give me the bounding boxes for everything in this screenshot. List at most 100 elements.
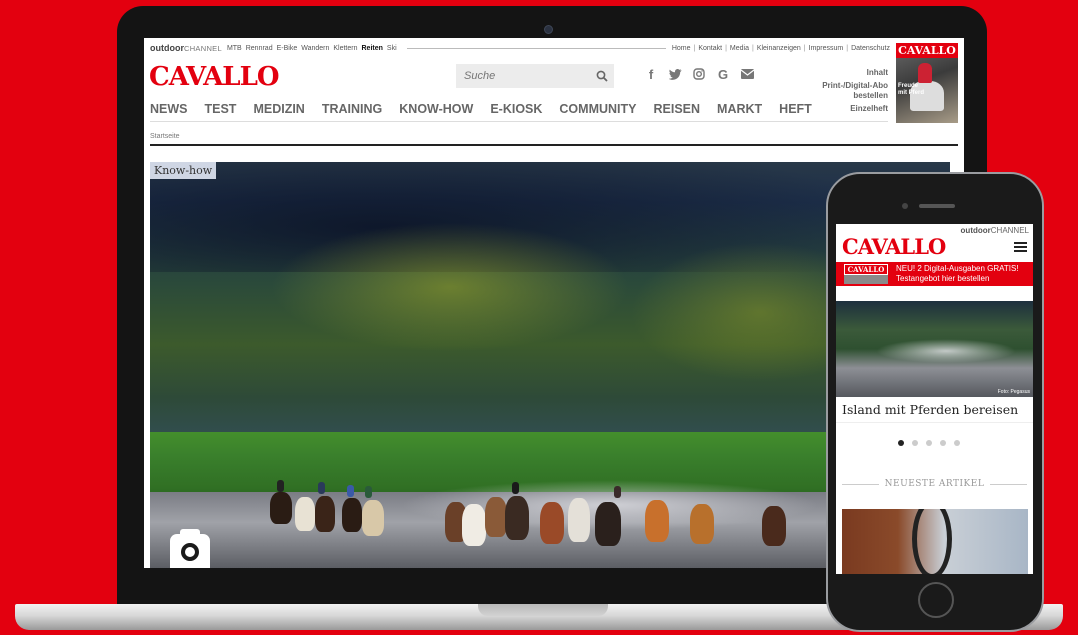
nav-item-training[interactable]: TRAINING [322, 102, 382, 116]
mobile-brand-bold: outdoor [960, 226, 991, 235]
phone-speaker [919, 204, 955, 208]
util-link-home[interactable]: Home [672, 45, 691, 52]
horse [362, 500, 384, 536]
horse [540, 502, 564, 544]
rider [277, 480, 284, 492]
carousel-dot[interactable] [898, 440, 904, 446]
title-divider [836, 422, 1033, 423]
util-link-kontakt[interactable]: Kontakt [698, 45, 722, 52]
phone-frame: outdoorCHANNEL CAVALLO CAVALLO NEU! 2 Di… [826, 172, 1044, 632]
promo-text: NEU! 2 Digital-Ausgaben GRATIS! Testange… [896, 264, 1019, 284]
promo-line-1: NEU! 2 Digital-Ausgaben GRATIS! [896, 264, 1019, 273]
twitter-icon[interactable] [668, 67, 682, 81]
email-icon[interactable] [740, 67, 754, 81]
carousel-dot[interactable] [940, 440, 946, 446]
facebook-icon[interactable]: f [644, 67, 658, 82]
util-link-impressum[interactable]: Impressum [809, 45, 844, 52]
promo-magazine-cover: CAVALLO [844, 264, 888, 284]
category-link-rennrad[interactable]: Rennrad [246, 45, 273, 52]
camera-icon-bump [180, 529, 200, 536]
subscription-links: Inhalt Print-/Digital-Abo bestellen Einz… [804, 68, 888, 116]
util-separator: | [725, 44, 727, 52]
top-bar: outdoor CHANNEL MTB Rennrad E-Bike Wande… [150, 41, 890, 55]
rider [318, 482, 325, 494]
hamburger-menu-icon[interactable] [1014, 242, 1027, 252]
carousel-dot[interactable] [926, 440, 932, 446]
nav-item-markt[interactable]: MARKT [717, 102, 762, 116]
nav-item-reisen[interactable]: REISEN [653, 102, 700, 116]
mobile-brand-light: CHANNEL [990, 226, 1029, 235]
carousel-dots [898, 440, 960, 446]
util-separator: | [751, 44, 754, 52]
camera-icon-lens [181, 543, 199, 561]
outdoor-channel-suffix[interactable]: CHANNEL [184, 44, 222, 53]
nav-item-medizin[interactable]: MEDIZIN [253, 102, 304, 116]
category-link-mtb[interactable]: MTB [227, 45, 242, 52]
phone-home-button[interactable] [918, 582, 954, 618]
webcam [544, 25, 553, 34]
hero-moss-left [270, 222, 630, 352]
social-links: f G [644, 67, 754, 82]
print-abo-link[interactable]: Print-/Digital-Abo bestellen [804, 81, 888, 102]
rider [614, 486, 621, 498]
einzelheft-link[interactable]: Einzelheft [804, 104, 888, 115]
magazine-cover[interactable]: CAVALLO Freude mit Pferd [896, 43, 958, 123]
category-tag[interactable]: Know-how [150, 162, 217, 179]
instagram-icon[interactable] [692, 67, 706, 81]
nav-item-heft[interactable]: HEFT [779, 102, 812, 116]
horse [295, 497, 315, 531]
nav-item-news[interactable]: NEWS [150, 102, 188, 116]
site-logo[interactable]: CAVALLO [149, 62, 280, 92]
phone-front-camera [902, 203, 908, 209]
inhalt-link[interactable]: Inhalt [804, 68, 888, 79]
category-link-klettern[interactable]: Klettern [333, 45, 357, 52]
google-icon[interactable]: G [716, 67, 730, 82]
laptop-notch [478, 604, 608, 616]
photo-credit: Foto: Pegasus [997, 389, 1030, 395]
horse [568, 498, 590, 542]
horse [462, 504, 486, 546]
nav-item-e-kiosk[interactable]: E-KIOSK [490, 102, 542, 116]
promo-banner[interactable]: CAVALLO NEU! 2 Digital-Ausgaben GRATIS! … [836, 262, 1033, 286]
category-link-reiten[interactable]: Reiten [362, 45, 383, 52]
topbar-divider [406, 47, 666, 49]
category-link-wandern[interactable]: Wandern [301, 45, 329, 52]
breadcrumb[interactable]: Startseite [150, 133, 180, 140]
util-separator: | [693, 44, 696, 52]
category-link-ski[interactable]: Ski [387, 45, 397, 52]
mobile-site-logo[interactable]: CAVALLO [842, 234, 946, 259]
util-link-datenschutz[interactable]: Datenschutz [851, 45, 890, 52]
horse [645, 500, 669, 542]
horse [315, 496, 335, 532]
camera-icon[interactable] [170, 529, 210, 568]
nav-divider [150, 121, 888, 122]
nav-item-community[interactable]: COMMUNITY [559, 102, 636, 116]
section-rule-right [990, 483, 1027, 485]
article-title[interactable]: Island mit Pferden bereisen [842, 402, 1018, 417]
mobile-hero-image[interactable]: Foto: Pegasus [836, 301, 1033, 397]
magazine-cover-title: CAVALLO [896, 43, 958, 58]
util-link-media[interactable]: Media [730, 45, 749, 52]
mobile-outdoor-channel-brand[interactable]: outdoorCHANNEL [961, 226, 1029, 235]
category-link-ebike[interactable]: E-Bike [277, 45, 298, 52]
horse [690, 504, 714, 544]
carousel-dot[interactable] [954, 440, 960, 446]
promo-cover-title: CAVALLO [844, 264, 888, 275]
cover-rider [918, 63, 932, 83]
horse [342, 498, 362, 532]
carousel-dot[interactable] [912, 440, 918, 446]
article-image-bridle [912, 509, 952, 574]
horse [270, 492, 292, 524]
latest-article-image[interactable] [842, 509, 1028, 574]
horse [762, 506, 786, 546]
nav-item-test[interactable]: TEST [205, 102, 237, 116]
nav-item-know-how[interactable]: KNOW-HOW [399, 102, 473, 116]
rider [512, 482, 519, 494]
horse [505, 496, 529, 540]
search-box [456, 64, 614, 88]
search-input[interactable] [456, 64, 586, 88]
section-rule-left [842, 483, 879, 485]
outdoor-channel-brand[interactable]: outdoor [150, 43, 184, 53]
search-icon[interactable] [596, 70, 608, 82]
util-link-kleinanzeigen[interactable]: Kleinanzeigen [757, 45, 801, 52]
